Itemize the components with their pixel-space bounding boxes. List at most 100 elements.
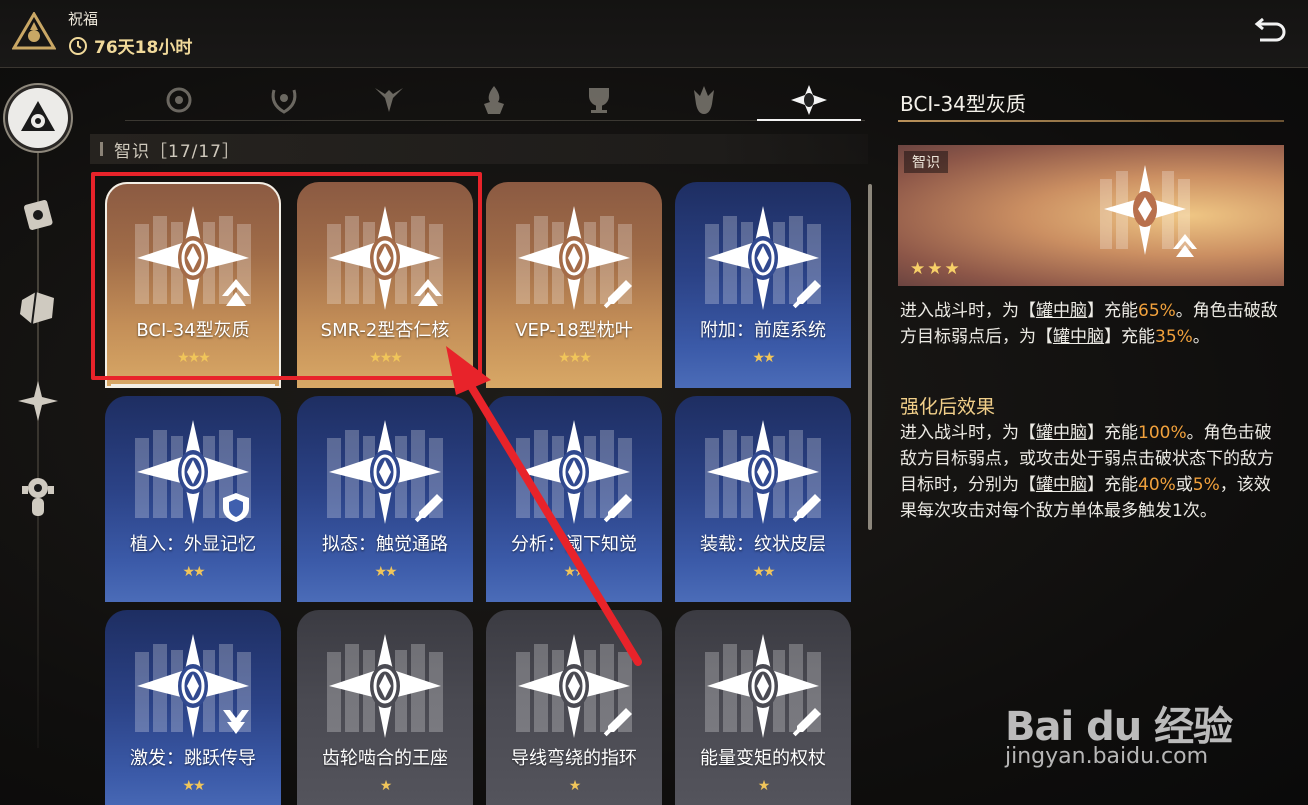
grid-scrollbar[interactable] [868, 184, 872, 530]
card-stars: ★ [379, 778, 393, 794]
shield-icon [223, 493, 249, 522]
sword-icon [792, 280, 821, 309]
tab-erudition[interactable] [769, 80, 849, 120]
top-bar: 祝福 76天18小时 [0, 0, 1308, 68]
timer: 76天18小时 [68, 33, 192, 58]
rail-item-gems[interactable] [8, 278, 68, 338]
desc-text: 】充能 [1087, 301, 1138, 321]
blessing-card[interactable]: 装载：纹状皮层 ★★ [675, 396, 851, 602]
preservation-icon [166, 87, 192, 113]
timer-text: 76天18小时 [94, 38, 193, 58]
erudition-emblem-icon [329, 634, 441, 738]
curio-card-icon [23, 199, 53, 230]
tab-nihility[interactable] [349, 80, 429, 120]
blessing-card[interactable]: 齿轮啮合的王座 ★ [297, 610, 473, 805]
fire-icon [694, 86, 714, 114]
card-stars: ★★★ [558, 350, 592, 366]
card-label: 齿轮啮合的王座 [322, 748, 448, 769]
tabs-divider [125, 120, 865, 121]
horned-icon [375, 88, 403, 112]
tab-preservation[interactable] [139, 80, 219, 120]
erudition-icon [791, 85, 827, 115]
value-text: 100% [1138, 423, 1187, 443]
sword-icon [792, 708, 821, 737]
detail-stars: ★★★ [910, 259, 962, 279]
card-stars: ★★ [752, 564, 775, 580]
left-rail [0, 68, 76, 805]
rail-item-star[interactable] [8, 371, 68, 431]
desc-text: 】充能 [1087, 423, 1138, 443]
flame-hand-icon [484, 86, 504, 114]
keyword-link[interactable]: 罐中脑 [1053, 327, 1104, 347]
card-label: 装载：纹状皮层 [700, 534, 826, 555]
rail-item-figure[interactable] [8, 466, 68, 526]
chevron-up-icon [1173, 234, 1197, 257]
tab-hunt[interactable] [559, 80, 639, 120]
card-stars: ★ [757, 778, 771, 794]
trophy-icon [589, 88, 609, 113]
card-stars: ★ [568, 778, 582, 794]
card-stars: ★★ [752, 350, 775, 366]
card-stars: ★★ [182, 778, 205, 794]
keyword-link[interactable]: 罐中脑 [1036, 423, 1087, 443]
card-label: 激发：跳跃传导 [130, 748, 256, 769]
value-text: 65% [1138, 301, 1176, 321]
sword-icon [603, 494, 632, 523]
blessing-card[interactable]: 导线弯绕的指环 ★ [486, 610, 662, 805]
tab-abundance[interactable] [454, 80, 534, 120]
card-stars: ★★ [563, 564, 586, 580]
keyword-link[interactable]: 罐中脑 [1036, 475, 1087, 495]
keyword-link[interactable]: 罐中脑 [1036, 301, 1087, 321]
highlight-box [91, 172, 482, 380]
card-label: 能量变矩的权杖 [700, 748, 826, 769]
desc-text: 进入战斗时，为【 [900, 301, 1036, 321]
rail-item-blessings[interactable] [8, 88, 68, 148]
sword-icon [414, 494, 443, 523]
card-label: 导线弯绕的指环 [511, 748, 637, 769]
card-label: 分析：阈下知觉 [511, 534, 637, 555]
section-title: 智识［17/17］ [114, 141, 240, 162]
card-label: 拟态：触觉通路 [322, 534, 448, 555]
gem-icon [20, 291, 54, 325]
sword-icon [603, 280, 632, 309]
desc-text: 或 [1175, 475, 1193, 495]
value-text: 40% [1138, 475, 1176, 495]
rail-item-curios[interactable] [8, 184, 68, 244]
chevron-down-icon [223, 710, 249, 734]
page-title: 祝福 [68, 10, 99, 28]
tab-remembrance[interactable] [244, 80, 324, 120]
desc-text: 】充能 [1104, 327, 1155, 347]
section-header: 智识［17/17］ [90, 134, 868, 164]
detail-title: BCI-34型灰质 [900, 92, 1026, 116]
active-tab-indicator [757, 119, 861, 121]
sword-icon [792, 494, 821, 523]
laurel-icon [271, 89, 297, 114]
path-tabs [125, 80, 865, 122]
blessing-card[interactable]: 分析：阈下知觉 ★★ [486, 396, 662, 602]
desc-text: 。 [1192, 327, 1210, 347]
tab-destruction[interactable] [664, 80, 744, 120]
value-text: 5% [1192, 475, 1220, 495]
selected-indicator [111, 384, 275, 388]
watermark-url: jingyan.baidu.com [1005, 744, 1209, 769]
desc-text: 进入战斗时，为【 [900, 423, 1036, 443]
blessing-card[interactable]: 植入：外显记忆 ★★ [105, 396, 281, 602]
blessing-card[interactable]: 拟态：触觉通路 ★★ [297, 396, 473, 602]
detail-divider [898, 120, 1284, 122]
blessing-card[interactable]: VEP-18型枕叶 ★★★ [486, 182, 662, 388]
blessing-card[interactable]: 附加：前庭系统 ★★ [675, 182, 851, 388]
blessing-emblem-icon [21, 101, 55, 131]
clock-icon [69, 36, 87, 55]
card-stars: ★★ [374, 564, 397, 580]
back-button[interactable] [1252, 16, 1288, 48]
blessing-path-icon [12, 12, 56, 50]
blessing-card[interactable]: 能量变矩的权杖 ★ [675, 610, 851, 805]
card-label: VEP-18型枕叶 [515, 320, 633, 341]
blessing-card[interactable]: 激发：跳跃传导 ★★ [105, 610, 281, 805]
figure-icon [22, 478, 54, 516]
card-label: 附加：前庭系统 [700, 320, 826, 341]
detail-description: 进入战斗时，为【罐中脑】充能65%。角色击破敌方目标弱点后，为【罐中脑】充能35… [900, 298, 1286, 350]
card-stars: ★★ [182, 564, 205, 580]
desc-text: 】充能 [1087, 475, 1138, 495]
detail-image: 智识 ★★★ [898, 145, 1284, 286]
